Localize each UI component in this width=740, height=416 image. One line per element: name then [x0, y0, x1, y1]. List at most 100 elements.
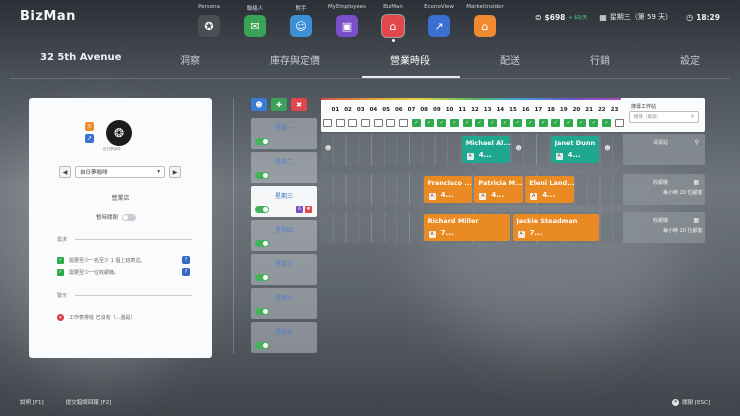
hour-checkbox[interactable]: ✓: [576, 119, 586, 127]
hour-checkbox[interactable]: ✓: [564, 119, 574, 127]
employee-shift[interactable]: Patricia M... A 4...: [474, 176, 524, 203]
day-open-toggle[interactable]: [255, 205, 269, 213]
hour-label: 02: [344, 107, 352, 113]
app-econoview[interactable]: EconoView ↗: [416, 4, 462, 42]
hour-label: 19: [559, 107, 568, 113]
temp-closed-label: 暫時關閉: [96, 215, 119, 221]
close-button[interactable]: ✕ 關閉 [ESC]: [672, 398, 710, 406]
help-icon[interactable]: ?: [182, 268, 190, 276]
app-persona[interactable]: Persona ✪: [186, 4, 232, 42]
trend-icon[interactable]: ↗: [85, 134, 94, 143]
help-icon[interactable]: ?: [182, 256, 190, 264]
hour-label: 13: [483, 107, 492, 113]
trash-button[interactable]: ✖: [291, 98, 307, 111]
shift-hours: 4...: [491, 191, 505, 199]
day-item[interactable]: 星期六: [251, 288, 317, 319]
employee-shift[interactable]: Jackie Steadman A 7...: [512, 214, 600, 241]
hour-checkbox[interactable]: [323, 119, 332, 127]
day-item[interactable]: 星期五: [251, 254, 317, 285]
hour-checkbox[interactable]: [335, 119, 345, 127]
tab-insights[interactable]: 洞察: [180, 52, 200, 67]
day-label: 星期日: [274, 329, 293, 336]
day-item[interactable]: 星期日: [251, 322, 317, 353]
hour-checkbox[interactable]: [386, 119, 396, 127]
prev-business-button[interactable]: ◀: [59, 166, 71, 178]
workstation-search-input[interactable]: 搜尋（家族） ⚲: [629, 111, 699, 123]
day-label: 星期一: [274, 125, 293, 132]
hour-checkbox[interactable]: [399, 119, 409, 127]
app-對手[interactable]: 對手 ☺: [278, 4, 324, 42]
day-item[interactable]: 星期三 A ✖: [251, 186, 317, 217]
employee-name: Janet Dunn: [554, 139, 596, 147]
next-business-button[interactable]: ▶: [169, 166, 181, 178]
hour-checkbox[interactable]: ✓: [437, 119, 447, 127]
hour-checkbox[interactable]: [373, 119, 383, 127]
check-icon: ✓: [57, 256, 64, 264]
day-badge-icon[interactable]: A: [296, 205, 303, 213]
assign-button[interactable]: ☻: [251, 98, 267, 111]
day-open-toggle[interactable]: [255, 239, 269, 247]
employee-shift[interactable]: Michael Al... A 4...: [461, 136, 511, 163]
hour-checkbox[interactable]: ✓: [551, 119, 561, 127]
day-item[interactable]: 星期一: [251, 118, 317, 149]
day-open-toggle[interactable]: [255, 341, 269, 349]
hour-checkbox[interactable]: ✓: [589, 119, 599, 127]
hour-checkbox[interactable]: [614, 119, 624, 127]
hour-checkbox[interactable]: ✓: [411, 119, 421, 127]
hour-label: 05: [382, 107, 390, 113]
day-item[interactable]: 星期四: [251, 220, 317, 251]
hour-checkbox[interactable]: ✓: [462, 119, 472, 127]
hour-checkbox[interactable]: ✓: [526, 119, 535, 127]
empty-slot-icon[interactable]: ☻: [604, 145, 610, 152]
tab-marketing[interactable]: 行銷: [590, 52, 610, 67]
day-item[interactable]: 星期二: [251, 152, 317, 183]
day-badges: A ✖: [294, 205, 312, 213]
temp-closed-toggle[interactable]: [122, 213, 137, 221]
tab-settings[interactable]: 設定: [680, 52, 700, 67]
workstation-info[interactable]: 收銀機 每小時 20 位顧客 ▦: [623, 174, 705, 205]
money-value: $698: [544, 12, 566, 22]
people-icon: ☺: [290, 15, 312, 37]
empty-slot-icon[interactable]: ☻: [325, 145, 331, 152]
day-open-toggle[interactable]: [255, 307, 269, 315]
tab-business-hours[interactable]: 營業時段: [390, 52, 430, 67]
hour-checkbox[interactable]: [361, 119, 371, 127]
feedback-link[interactable]: 提交錯誤回報 [F2]: [66, 398, 112, 406]
hour-label: 18: [547, 107, 555, 113]
empty-slot-icon[interactable]: ☻: [516, 145, 522, 152]
workstation-info[interactable]: 清潔站 ⚲: [623, 134, 705, 165]
day-open-toggle[interactable]: [255, 273, 269, 281]
app-label: EconoView: [424, 4, 454, 10]
app-myemployees[interactable]: MyEmployees ▣: [324, 4, 370, 42]
hour-label: 17: [534, 107, 543, 113]
day-open-toggle[interactable]: [255, 171, 269, 179]
tab-delivery[interactable]: 配送: [500, 52, 520, 67]
hour-checkbox[interactable]: ✓: [500, 119, 510, 127]
hour-checkbox[interactable]: ✓: [424, 119, 434, 127]
add-person-button[interactable]: ✚: [271, 98, 287, 111]
employee-shift[interactable]: Francisco ... A 4...: [423, 176, 473, 203]
employee-shift[interactable]: Richard Miller A 7...: [423, 214, 511, 241]
tab-location[interactable]: 32 5th Avenue: [40, 52, 121, 63]
app-聯絡人[interactable]: 聯絡人 ✉: [232, 4, 278, 42]
hour-checkbox[interactable]: ✓: [513, 119, 523, 127]
app-bizman[interactable]: BizMan ⌂: [370, 4, 416, 42]
business-dropdown[interactable]: 自日夢咖啡 ▾: [75, 166, 165, 178]
workstation-info[interactable]: 收銀機 每小時 20 位顧客 ▦: [623, 212, 705, 243]
help-link[interactable]: 說明 [F1]: [20, 398, 44, 406]
hour-checkbox[interactable]: [348, 119, 358, 127]
day-badge-icon[interactable]: ✖: [305, 205, 312, 213]
hour-label: 21: [585, 107, 593, 113]
hour-checkbox[interactable]: ✓: [487, 119, 497, 127]
hour-checkbox[interactable]: ✓: [602, 119, 612, 127]
employee-shift[interactable]: Janet Dunn A 4...: [550, 136, 600, 163]
hour-checkbox[interactable]: ✓: [449, 119, 459, 127]
employee-shift[interactable]: Eleni Land... A 4...: [525, 176, 575, 203]
hour-checkbox[interactable]: ✓: [538, 119, 548, 127]
day-open-toggle[interactable]: [255, 137, 269, 145]
workstation-row: ☻ ☻ ☻ Michael Al... A 4... Janet Dunn A 4... 清潔站 ⚲: [321, 134, 705, 165]
tab-inventory-pricing[interactable]: 庫存與定價: [270, 52, 320, 67]
sun-icon[interactable]: ☼: [85, 122, 94, 131]
hour-checkbox[interactable]: ✓: [475, 119, 485, 127]
app-marketinsider[interactable]: MarketInsider ⌂: [462, 4, 508, 42]
